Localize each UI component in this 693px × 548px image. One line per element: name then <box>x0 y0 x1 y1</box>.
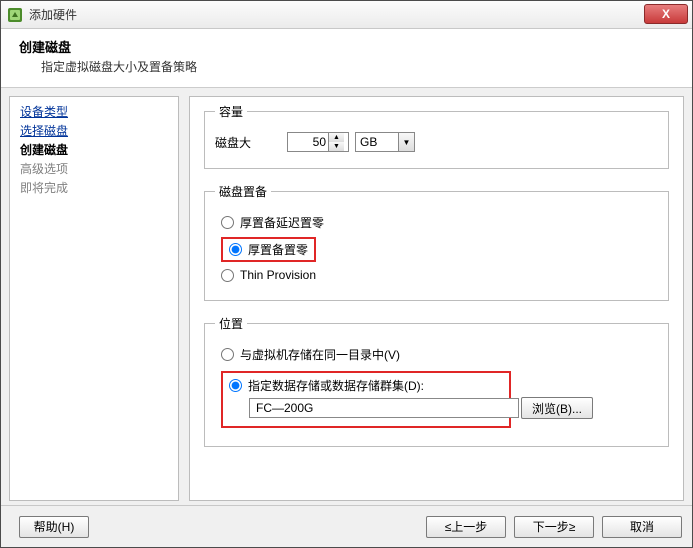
help-button[interactable]: 帮助(H) <box>19 516 89 538</box>
next-button-label: 下一步≥ <box>533 518 576 535</box>
step-create-disk: 创建磁盘 <box>20 141 168 158</box>
chevron-down-icon: ▼ <box>398 133 414 151</box>
provision-legend: 磁盘置备 <box>215 183 271 200</box>
app-icon <box>7 7 23 23</box>
provision-label-thin: Thin Provision <box>240 268 316 282</box>
location-legend: 位置 <box>215 315 247 332</box>
step-ready: 即将完成 <box>20 179 168 196</box>
radio-thick-lazy[interactable] <box>221 216 234 229</box>
wizard-header: 创建磁盘 指定虚拟磁盘大小及置备策略 <box>1 29 692 88</box>
page-subtitle: 指定虚拟磁盘大小及置备策略 <box>41 58 682 75</box>
spinner-up-icon[interactable]: ▲ <box>329 133 344 142</box>
radio-thick-eager[interactable] <box>229 243 242 256</box>
titlebar: 添加硬件 X <box>1 1 692 29</box>
wizard-content: 容量 磁盘大 ▲ ▼ GB ▼ <box>189 96 684 501</box>
cancel-button[interactable]: 取消 <box>602 516 682 538</box>
back-button[interactable]: ≤上一步 <box>426 516 506 538</box>
capacity-group: 容量 磁盘大 ▲ ▼ GB ▼ <box>204 103 669 169</box>
provision-group: 磁盘置备 厚置备延迟置零 厚置备置零 Thin Provision <box>204 183 669 301</box>
browse-button-label: 浏览(B)... <box>532 400 582 417</box>
provision-option-thin[interactable]: Thin Provision <box>221 268 658 282</box>
disk-size-unit-select[interactable]: GB ▼ <box>355 132 415 152</box>
datastore-value: FC—200G <box>256 401 313 415</box>
radio-location-specify[interactable] <box>229 379 242 392</box>
help-button-label: 帮助(H) <box>34 518 75 535</box>
provision-option-thick-lazy[interactable]: 厚置备延迟置零 <box>221 214 658 231</box>
provision-option-thick-eager-highlight: 厚置备置零 <box>221 237 316 262</box>
close-icon: X <box>662 7 670 21</box>
provision-label-thick-lazy: 厚置备延迟置零 <box>240 214 324 231</box>
wizard-footer: 帮助(H) ≤上一步 下一步≥ 取消 <box>1 505 692 547</box>
datastore-input[interactable]: FC—200G <box>249 398 519 418</box>
location-option-specify-highlight: 指定数据存储或数据存储群集(D): FC—200G <box>221 371 511 428</box>
step-device-type[interactable]: 设备类型 <box>20 103 168 120</box>
location-label-specify: 指定数据存储或数据存储群集(D): <box>248 377 424 394</box>
provision-label-thick-eager: 厚置备置零 <box>248 241 308 258</box>
dialog-window: 添加硬件 X 创建磁盘 指定虚拟磁盘大小及置备策略 设备类型 选择磁盘 创建磁盘… <box>0 0 693 548</box>
page-title: 创建磁盘 <box>19 37 682 56</box>
step-advanced: 高级选项 <box>20 160 168 177</box>
back-button-label: ≤上一步 <box>445 518 488 535</box>
next-button[interactable]: 下一步≥ <box>514 516 594 538</box>
location-label-same: 与虚拟机存储在同一目录中(V) <box>240 346 400 363</box>
radio-thin[interactable] <box>221 269 234 282</box>
window-title: 添加硬件 <box>29 6 688 23</box>
wizard-steps: 设备类型 选择磁盘 创建磁盘 高级选项 即将完成 <box>9 96 179 501</box>
browse-button[interactable]: 浏览(B)... <box>521 397 593 419</box>
wizard-body: 设备类型 选择磁盘 创建磁盘 高级选项 即将完成 容量 磁盘大 ▲ ▼ <box>1 88 692 505</box>
location-option-specify[interactable]: 指定数据存储或数据存储群集(D): <box>229 377 503 394</box>
location-option-same[interactable]: 与虚拟机存储在同一目录中(V) <box>221 346 658 363</box>
disk-size-label: 磁盘大 <box>215 134 265 151</box>
radio-location-same[interactable] <box>221 348 234 361</box>
step-select-disk[interactable]: 选择磁盘 <box>20 122 168 139</box>
cancel-button-label: 取消 <box>630 518 654 535</box>
disk-size-input[interactable] <box>288 134 328 150</box>
close-button[interactable]: X <box>644 4 688 24</box>
disk-size-spinner[interactable]: ▲ ▼ <box>287 132 349 152</box>
disk-size-unit-value: GB <box>360 135 377 149</box>
capacity-legend: 容量 <box>215 103 247 120</box>
location-group: 位置 与虚拟机存储在同一目录中(V) 指定数据存储或数据存储群集(D): FC—… <box>204 315 669 447</box>
spinner-down-icon[interactable]: ▼ <box>329 142 344 151</box>
